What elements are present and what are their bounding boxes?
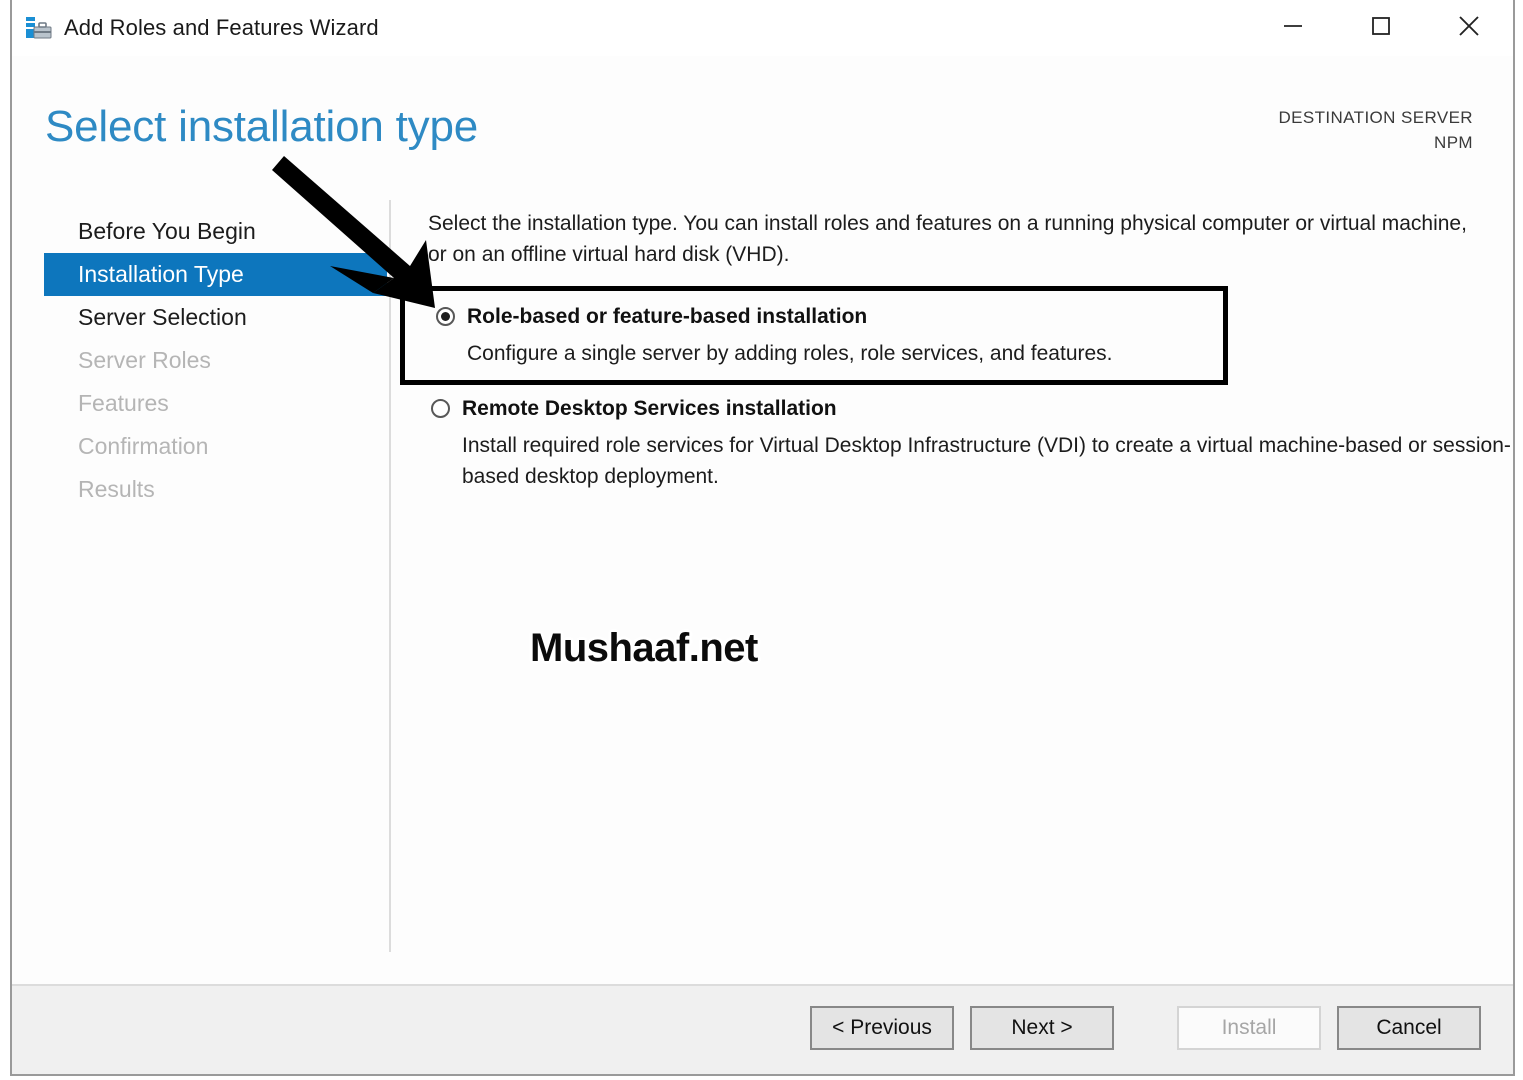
previous-button-label: < Previous [832, 1016, 932, 1039]
radio-option-label: Role-based or feature-based installation [467, 305, 868, 328]
sidebar-item-label: Features [78, 390, 169, 416]
sidebar-item-server-roles: Server Roles [44, 339, 389, 382]
main-content: Select the installation type. You can in… [428, 208, 1493, 270]
previous-button[interactable]: < Previous [810, 1006, 954, 1050]
maximize-icon[interactable] [1337, 0, 1425, 52]
install-button-label: Install [1221, 1016, 1277, 1039]
sidebar-item-label: Results [78, 476, 155, 502]
window-controls [1249, 0, 1513, 52]
sidebar-item-label: Installation Type [78, 261, 244, 287]
sidebar-item-label: Server Selection [78, 304, 247, 330]
radio-button-role-based[interactable] [436, 307, 455, 326]
server-toolbox-icon [26, 16, 52, 40]
screenshot-root: Add Roles and Features Wizard Select ins… [0, 0, 1523, 1080]
sidebar-item-results: Results [44, 468, 389, 511]
install-button: Install [1177, 1006, 1321, 1050]
instruction-text: Select the installation type. You can in… [428, 212, 1467, 266]
cancel-button-label: Cancel [1376, 1016, 1442, 1039]
title-bar-left: Add Roles and Features Wizard [26, 10, 379, 46]
sidebar-item-label: Confirmation [78, 433, 209, 459]
radio-option-description: Configure a single server by adding role… [467, 342, 1113, 365]
sidebar-item-confirmation: Confirmation [44, 425, 389, 468]
wizard-window: Add Roles and Features Wizard Select ins… [10, 0, 1515, 1076]
sidebar-item-installation-type[interactable]: Installation Type [44, 253, 387, 296]
radio-option-label: Remote Desktop Services installation [462, 397, 837, 420]
title-bar: Add Roles and Features Wizard [12, 0, 1513, 56]
close-icon[interactable] [1425, 0, 1513, 52]
minimize-icon[interactable] [1249, 0, 1337, 52]
sidebar-item-features: Features [44, 382, 389, 425]
sidebar-divider [389, 200, 391, 952]
destination-server: DESTINATION SERVER NPM [1278, 105, 1473, 155]
cancel-button[interactable]: Cancel [1337, 1006, 1481, 1050]
highlight-box-role-based-option: Role-based or feature-based installation… [400, 286, 1228, 385]
destination-server-label: DESTINATION SERVER [1278, 108, 1473, 127]
sidebar-item-label: Server Roles [78, 347, 211, 373]
sidebar-item-server-selection[interactable]: Server Selection [44, 296, 389, 339]
radio-option-description: Install required role services for Virtu… [462, 434, 1511, 488]
next-button-label: Next > [1011, 1016, 1073, 1039]
radio-option-remote-desktop-services[interactable]: Remote Desktop Services installation Ins… [428, 394, 1523, 492]
next-button[interactable]: Next > [970, 1006, 1114, 1050]
wizard-footer: < Previous Next > Install Cancel [12, 984, 1513, 1074]
destination-server-value: NPM [1434, 133, 1473, 152]
radio-option-role-based[interactable]: Role-based or feature-based installation… [433, 302, 1257, 369]
wizard-steps-sidebar: Before You Begin Installation Type Serve… [44, 210, 389, 511]
watermark-text: Mushaaf.net [530, 626, 758, 670]
sidebar-item-before-you-begin[interactable]: Before You Begin [44, 210, 389, 253]
window-title: Add Roles and Features Wizard [64, 15, 379, 40]
sidebar-item-label: Before You Begin [78, 218, 256, 244]
radio-button-remote-desktop-services[interactable] [431, 399, 450, 418]
page-title: Select installation type [45, 102, 479, 151]
